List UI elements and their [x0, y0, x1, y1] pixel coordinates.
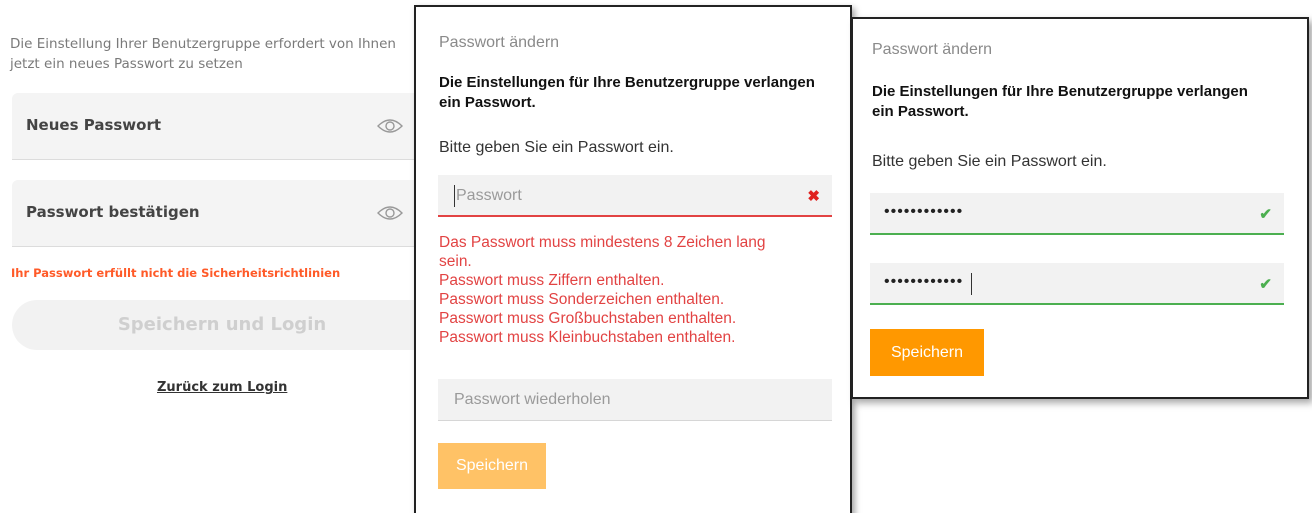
error-line: Passwort muss Kleinbuchstaben enthalten. — [439, 329, 736, 346]
confirm-password-label: Passwort bestätigen — [26, 203, 200, 221]
text-caret — [454, 185, 455, 207]
requirement-text: Die Einstellungen für Ihre Benutzergrupp… — [872, 83, 1248, 120]
new-password-field[interactable]: Neues Passwort — [12, 93, 422, 160]
repeat-password-input[interactable]: Passwort wiederholen — [438, 379, 832, 421]
password-input[interactable]: •••••••••••• ✔ — [870, 193, 1284, 235]
repeat-password-value: •••••••••••• — [884, 273, 964, 290]
requirement-text: Die Einstellungen für Ihre Benutzergrupp… — [439, 74, 815, 111]
password-form-panel: Die Einstellung Ihrer Benutzergruppe erf… — [0, 0, 432, 513]
password-value: •••••••••••• — [884, 203, 964, 220]
back-to-login-link[interactable]: Zurück zum Login — [157, 380, 287, 395]
password-input[interactable]: Passwort ✖ — [438, 175, 832, 217]
instruction-text: Bitte geben Sie ein Passwort ein. — [439, 139, 674, 156]
error-line: Passwort muss Großbuchstaben enthalten. — [439, 310, 737, 327]
save-button[interactable]: Speichern — [870, 329, 984, 376]
change-password-dialog-valid: Passwort ändern Die Einstellungen für Ih… — [851, 17, 1309, 399]
error-line: Passwort muss Sonderzeichen enthalten. — [439, 291, 725, 308]
cross-icon: ✖ — [807, 188, 820, 205]
repeat-password-placeholder: Passwort wiederholen — [454, 391, 611, 408]
error-line: sein. — [439, 253, 472, 270]
check-icon: ✔ — [1259, 206, 1272, 223]
save-and-login-button[interactable]: Speichern und Login — [12, 300, 432, 350]
intro-text: Die Einstellung Ihrer Benutzergruppe erf… — [10, 36, 396, 72]
save-button[interactable]: Speichern — [438, 443, 546, 489]
change-password-dialog-invalid: Passwort ändern Die Einstellungen für Ih… — [414, 5, 852, 513]
password-placeholder: Passwort — [456, 187, 522, 204]
eye-icon[interactable] — [377, 205, 403, 221]
instruction-text: Bitte geben Sie ein Passwort ein. — [872, 153, 1107, 170]
new-password-label: Neues Passwort — [26, 116, 162, 134]
error-line: Passwort muss Ziffern enthalten. — [439, 272, 665, 289]
check-icon: ✔ — [1259, 276, 1272, 293]
text-caret — [971, 273, 972, 295]
eye-icon[interactable] — [377, 118, 403, 134]
password-policy-error: Ihr Passwort erfüllt nicht die Sicherhei… — [11, 266, 341, 280]
error-line: Das Passwort muss mindestens 8 Zeichen l… — [439, 234, 766, 251]
confirm-password-field[interactable]: Passwort bestätigen — [12, 180, 422, 247]
repeat-password-input[interactable]: •••••••••••• ✔ — [870, 263, 1284, 305]
validation-errors: Das Passwort muss mindestens 8 Zeichen l… — [439, 233, 766, 347]
dialog-title: Passwort ändern — [439, 34, 560, 51]
dialog-title: Passwort ändern — [872, 41, 993, 58]
